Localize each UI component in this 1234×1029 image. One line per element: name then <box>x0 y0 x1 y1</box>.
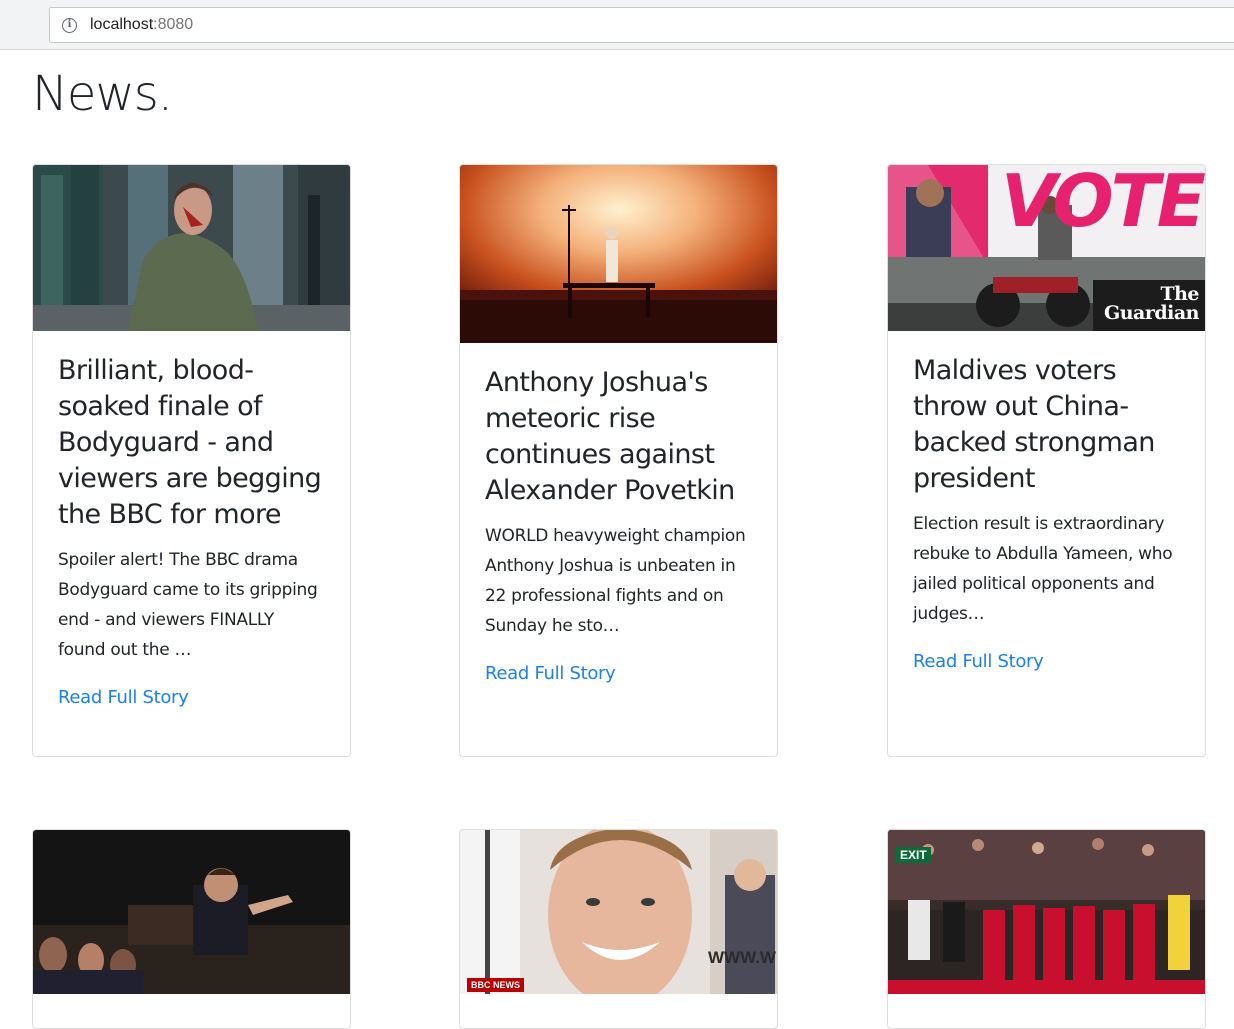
news-card: Anthony Joshua's meteoric rise continues… <box>459 164 778 757</box>
guardian-logo-bottom: Guardian <box>1104 302 1200 324</box>
info-icon[interactable]: i <box>62 17 77 33</box>
exit-sign: EXIT <box>896 847 931 863</box>
news-card: VOTE The Guardian Maldives voters throw … <box>887 164 1206 757</box>
news-card-image <box>460 165 777 343</box>
card-title: Brilliant, blood-soaked finale of Bodygu… <box>58 355 322 530</box>
url-host: localhost <box>90 16 154 33</box>
card-description: WORLD heavyweight champion Anthony Joshu… <box>485 526 746 636</box>
address-bar[interactable]: i localhost:8080 <box>49 7 1234 43</box>
news-card-image: VOTE The Guardian <box>888 165 1205 331</box>
vote-sign: VOTE <box>1001 165 1205 243</box>
news-card <box>32 829 351 1029</box>
website-sign: WWW.WE <box>708 948 777 967</box>
news-card: WWW.WE BBC NEWS <box>459 829 778 1029</box>
card-description: Spoiler alert! The BBC drama Bodyguard c… <box>58 550 318 660</box>
browser-toolbar: i localhost:8080 <box>0 0 1234 50</box>
news-card-image: WWW.WE BBC NEWS <box>460 830 777 994</box>
read-full-story-link[interactable]: Read Full Story <box>913 651 1044 672</box>
card-title: Anthony Joshua's meteoric rise continues… <box>485 367 735 506</box>
bbc-news-logo: BBC NEWS <box>467 978 524 992</box>
card-description: Election result is extraordinary rebuke … <box>913 514 1173 624</box>
read-full-story-link[interactable]: Read Full Story <box>58 687 189 708</box>
news-card-image <box>33 165 350 331</box>
news-card: Brilliant, blood-soaked finale of Bodygu… <box>32 164 351 757</box>
news-card-image: EXIT <box>888 830 1205 994</box>
news-card-image <box>33 830 350 994</box>
news-card: EXIT <box>887 829 1206 1029</box>
read-full-story-link[interactable]: Read Full Story <box>485 663 616 684</box>
page-title: News. <box>32 66 173 122</box>
card-title: Maldives voters throw out China-backed s… <box>913 355 1155 494</box>
guardian-logo: The Guardian <box>1104 285 1200 324</box>
url-port: :8080 <box>153 16 194 33</box>
